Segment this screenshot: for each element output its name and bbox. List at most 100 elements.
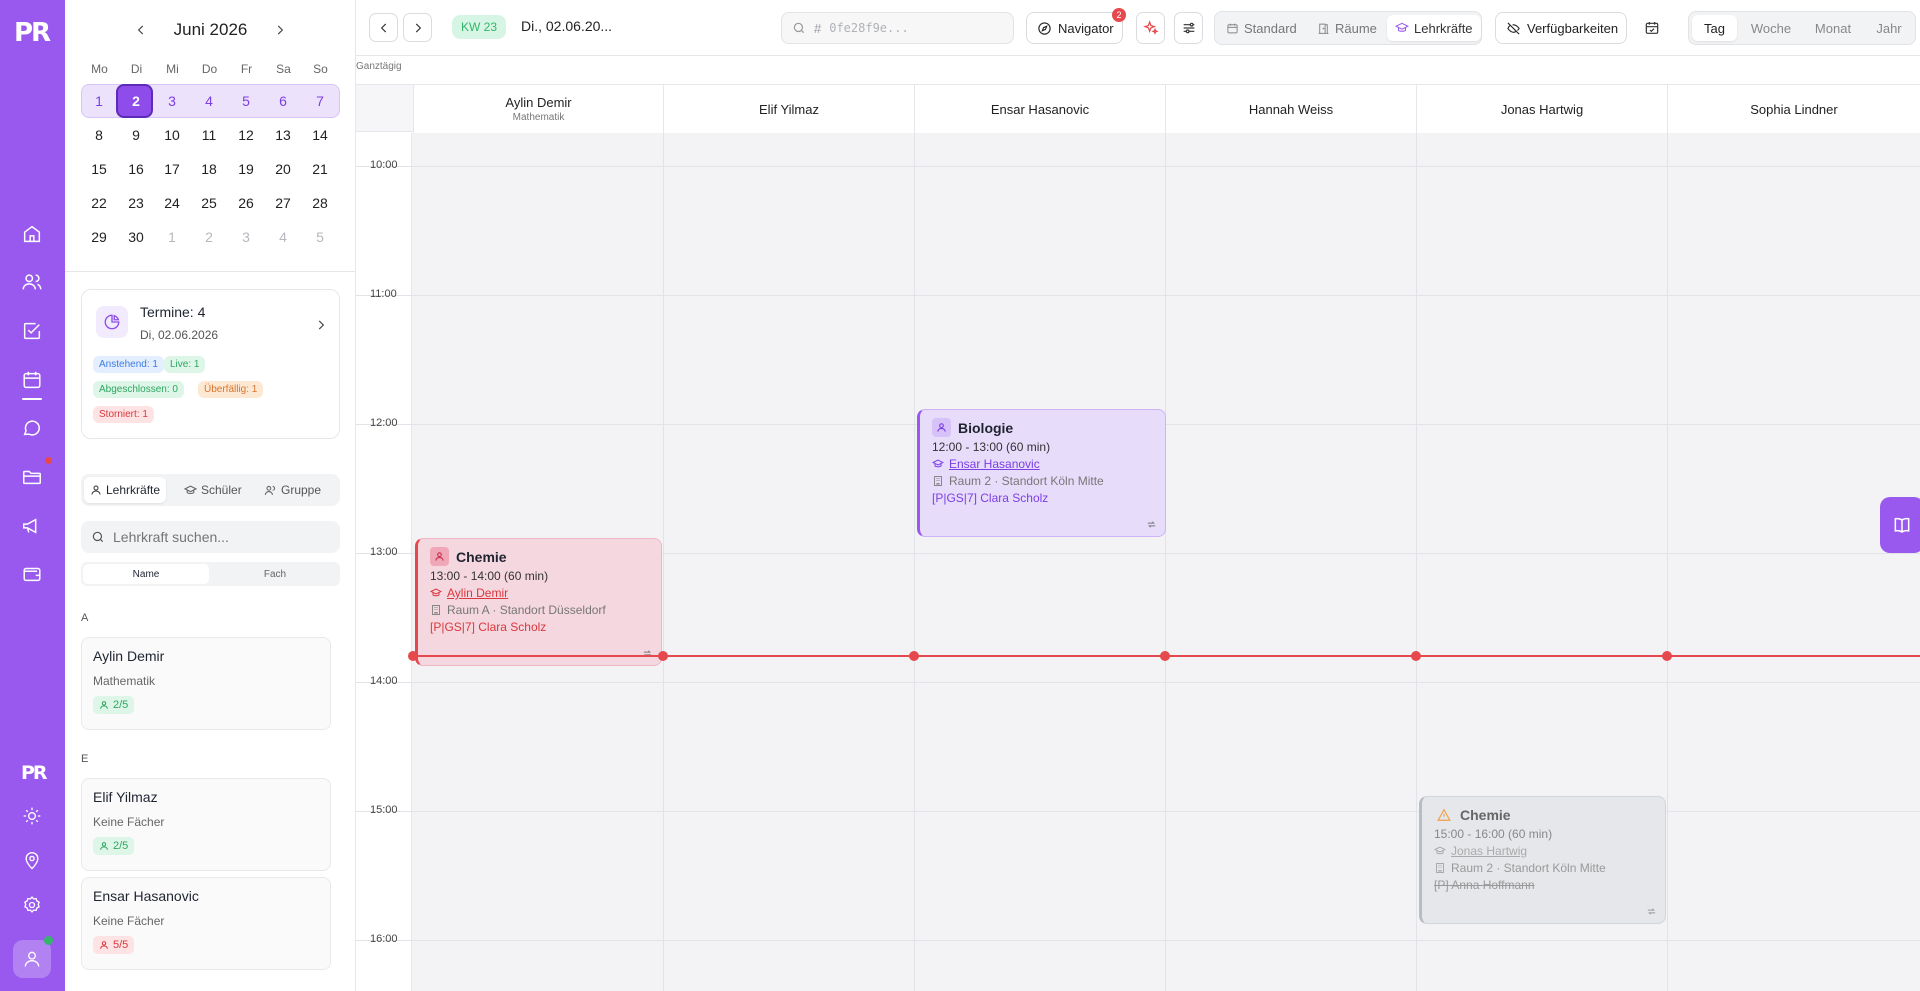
mini-calendar-day[interactable]: 30: [119, 222, 153, 252]
mini-calendar-day[interactable]: 2: [119, 86, 153, 116]
mini-calendar-day[interactable]: 5: [229, 86, 263, 116]
mini-calendar-day[interactable]: 12: [229, 120, 263, 150]
next-month-button[interactable]: [273, 23, 287, 37]
mini-calendar-day[interactable]: 18: [192, 154, 226, 184]
teacher-list-item[interactable]: Ensar Hasanovic Keine Fächer 5/5: [81, 877, 331, 970]
event-card[interactable]: Chemie 13:00 - 14:00 (60 min) Aylin Demi…: [415, 538, 662, 666]
availability-toggle[interactable]: Verfügbarkeiten: [1495, 12, 1627, 44]
mini-calendar-day[interactable]: 26: [229, 188, 263, 218]
user-avatar[interactable]: [13, 940, 51, 978]
teacher-list-item[interactable]: Aylin Demir Mathematik 2/5: [81, 637, 331, 730]
event-room-row: Raum 2 · Standort Köln Mitte: [932, 474, 1155, 488]
mini-calendar-day[interactable]: 2: [192, 222, 226, 252]
hour-label: 12:00: [370, 417, 398, 429]
tab-day[interactable]: Tag: [1692, 15, 1737, 41]
tab-group[interactable]: Gruppe: [258, 477, 327, 503]
teacher-column-header[interactable]: Sophia Lindner: [1667, 85, 1920, 133]
mini-calendar-day[interactable]: 22: [82, 188, 116, 218]
teacher-column-header[interactable]: Elif Yilmaz: [663, 85, 914, 133]
ai-sparkle-button[interactable]: [1136, 12, 1165, 44]
folder-icon[interactable]: [18, 463, 46, 491]
mini-calendar-day[interactable]: 11: [192, 120, 226, 150]
mini-calendar-day[interactable]: 3: [229, 222, 263, 252]
sort-by-subject[interactable]: Fach: [212, 564, 338, 584]
event-card[interactable]: Biologie 12:00 - 13:00 (60 min) Ensar Ha…: [917, 409, 1166, 537]
previous-day-button[interactable]: [369, 13, 398, 42]
megaphone-icon[interactable]: [18, 512, 46, 540]
tab-week[interactable]: Woche: [1741, 15, 1801, 41]
mini-calendar-day[interactable]: 10: [155, 120, 189, 150]
users-icon[interactable]: [18, 268, 46, 296]
mini-calendar-day[interactable]: 3: [155, 86, 189, 116]
active-nav-indicator: [22, 398, 42, 400]
mini-calendar-day[interactable]: 16: [119, 154, 153, 184]
mini-calendar-day[interactable]: 17: [155, 154, 189, 184]
calendar-icon[interactable]: [18, 366, 46, 394]
mini-calendar-day[interactable]: 4: [266, 222, 300, 252]
mini-calendar-day[interactable]: 27: [266, 188, 300, 218]
location-pin-icon[interactable]: [18, 847, 46, 875]
current-date-label[interactable]: Di., 02.06.20...: [521, 18, 612, 34]
mini-calendar-day[interactable]: 23: [119, 188, 153, 218]
mini-calendar-day[interactable]: 6: [266, 86, 300, 116]
mini-calendar-day[interactable]: 4: [192, 86, 226, 116]
mini-calendar-day[interactable]: 24: [155, 188, 189, 218]
help-book-button[interactable]: [1880, 497, 1920, 553]
mini-calendar-day[interactable]: 9: [119, 120, 153, 150]
mini-calendar-day[interactable]: 1: [155, 222, 189, 252]
settings-gear-icon[interactable]: [18, 891, 46, 919]
mini-calendar-day[interactable]: 5: [303, 222, 337, 252]
event-teacher-link[interactable]: Jonas Hartwig: [1451, 844, 1527, 858]
mini-calendar-day[interactable]: 25: [192, 188, 226, 218]
prev-month-button[interactable]: [134, 23, 148, 37]
list-section-letter: E: [81, 753, 89, 765]
mini-calendar-day[interactable]: 13: [266, 120, 300, 150]
mini-calendar-day[interactable]: 7: [303, 86, 337, 116]
appointment-search-field[interactable]: # 0fe28f9e...: [781, 12, 1014, 44]
check-square-icon[interactable]: [18, 317, 46, 345]
home-icon[interactable]: [18, 220, 46, 248]
teacher-search-input[interactable]: [113, 529, 333, 545]
mini-calendar-day[interactable]: 20: [266, 154, 300, 184]
tab-standard[interactable]: Standard: [1218, 15, 1305, 41]
navigator-button[interactable]: Navigator: [1026, 12, 1123, 44]
appointments-summary-card[interactable]: Termine: 4 Di, 02.06.2026 Anstehend: 1 L…: [81, 289, 340, 439]
event-teacher-link[interactable]: Ensar Hasanovic: [949, 457, 1040, 471]
tab-month[interactable]: Monat: [1803, 15, 1863, 41]
sun-icon[interactable]: [18, 802, 46, 830]
mini-calendar-day[interactable]: 29: [82, 222, 116, 252]
tab-rooms[interactable]: Räume: [1309, 15, 1385, 41]
tab-year[interactable]: Jahr: [1865, 15, 1913, 41]
mini-calendar-day[interactable]: 14: [303, 120, 337, 150]
event-teacher-link[interactable]: Aylin Demir: [447, 586, 508, 600]
badge-overdue: Überfällig: 1: [198, 381, 264, 398]
time-grid[interactable]: 10:00 11:00 12:00 13:00 14:00 15:00 16:00 Biol…: [356, 133, 1920, 991]
calendar-check-button[interactable]: [1637, 12, 1666, 44]
wallet-icon[interactable]: [18, 560, 46, 588]
tab-students-label: Schüler: [201, 483, 242, 497]
filter-settings-button[interactable]: [1174, 12, 1203, 44]
chat-icon[interactable]: [18, 414, 46, 442]
teacher-list-item[interactable]: Elif Yilmaz Keine Fächer 2/5: [81, 778, 331, 871]
teacher-column-header[interactable]: Aylin Demir Mathematik: [413, 85, 663, 133]
teacher-column-header[interactable]: Hannah Weiss: [1165, 85, 1416, 133]
chevron-right-icon[interactable]: [314, 318, 328, 332]
teacher-column-header[interactable]: Jonas Hartwig: [1416, 85, 1667, 133]
mini-calendar-day[interactable]: 8: [82, 120, 116, 150]
tab-students[interactable]: Schüler: [178, 477, 248, 503]
mini-calendar-day[interactable]: 15: [82, 154, 116, 184]
event-time: 13:00 - 14:00 (60 min): [430, 569, 549, 583]
mini-calendar-day[interactable]: 19: [229, 154, 263, 184]
tab-teachers[interactable]: Lehrkräfte: [84, 477, 167, 503]
mini-calendar-day[interactable]: 21: [303, 154, 337, 184]
column-header-row: Aylin Demir Mathematik Elif Yilmaz Ensar Ha…: [356, 84, 1920, 133]
mini-calendar-day[interactable]: 28: [303, 188, 337, 218]
sort-by-name[interactable]: Name: [83, 564, 209, 584]
app-logo[interactable]: PR: [14, 18, 51, 48]
teacher-column-header[interactable]: Ensar Hasanovic: [914, 85, 1165, 133]
event-card[interactable]: Chemie 15:00 - 16:00 (60 min) Jonas Hart…: [1419, 796, 1666, 924]
next-day-button[interactable]: [403, 13, 432, 42]
mini-calendar-day[interactable]: 1: [82, 86, 116, 116]
tab-teachers-view[interactable]: Lehrkräfte: [1387, 15, 1481, 41]
week-number-badge[interactable]: KW 23: [452, 15, 507, 39]
